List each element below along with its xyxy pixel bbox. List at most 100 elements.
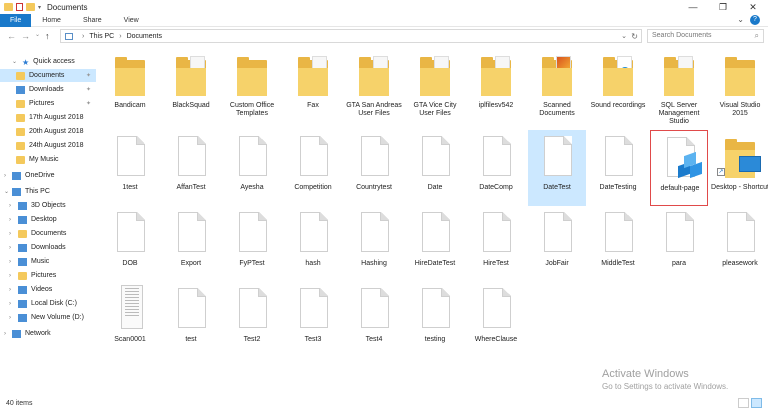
file-item[interactable]: BlackSquad <box>162 48 220 124</box>
forward-arrow-icon[interactable]: → <box>21 31 30 41</box>
back-arrow-icon[interactable]: ← <box>7 31 16 41</box>
file-item[interactable]: Scanned Documents <box>528 48 586 124</box>
pin-icon[interactable]: ✦ <box>86 72 91 79</box>
expand-arrow-icon[interactable]: › <box>9 245 11 251</box>
sidebar-item[interactable]: Downloads ✦ <box>0 83 96 96</box>
file-item[interactable]: DateComp <box>467 130 525 206</box>
file-item[interactable]: Sound recordings <box>589 48 647 124</box>
file-item[interactable]: Test3 <box>284 282 342 358</box>
details-view-button[interactable] <box>738 398 749 408</box>
close-button[interactable]: ✕ <box>738 0 768 14</box>
sidebar-item[interactable]: 17th August 2018 <box>0 111 96 124</box>
expand-arrow-icon[interactable]: › <box>4 173 6 179</box>
file-item[interactable]: Visual Studio 2015 <box>711 48 768 124</box>
properties-icon[interactable] <box>16 3 23 11</box>
sidebar-item[interactable]: › Network <box>0 327 96 340</box>
file-item[interactable]: testing <box>406 282 464 358</box>
file-item[interactable]: Custom Office Templates <box>223 48 281 124</box>
tab-file[interactable]: File <box>0 13 32 27</box>
pin-icon[interactable]: ✦ <box>86 100 91 107</box>
expand-arrow-icon[interactable]: › <box>9 287 11 293</box>
file-item[interactable]: Date <box>406 130 464 206</box>
sidebar-item[interactable]: Pictures ✦ <box>0 97 96 110</box>
file-item[interactable]: DateTesting <box>589 130 647 206</box>
sidebar-item[interactable]: › Pictures <box>0 269 96 282</box>
file-item[interactable]: iplfilesv542 <box>467 48 525 124</box>
file-item[interactable]: DateTest <box>528 130 586 206</box>
breadcrumb-documents[interactable]: Documents <box>127 33 162 40</box>
file-item[interactable]: Scan0001 <box>101 282 159 358</box>
address-dropdown-icon[interactable]: ⌄ <box>621 32 627 40</box>
expand-arrow-icon[interactable]: › <box>4 331 6 337</box>
file-item[interactable]: Test4 <box>345 282 403 358</box>
file-item[interactable]: DOB <box>101 206 159 282</box>
breadcrumb-this-pc[interactable]: This PC <box>89 33 114 40</box>
expand-arrow-icon[interactable]: › <box>9 273 11 279</box>
expand-arrow-icon[interactable]: ⌄ <box>4 188 9 195</box>
file-item[interactable]: AffanTest <box>162 130 220 206</box>
sidebar-item[interactable]: › Music <box>0 255 96 268</box>
navigation-pane[interactable]: ⌄ ★ Quick access Documents ✦ Downloads ✦ Pictur… <box>0 50 96 395</box>
up-arrow-icon[interactable]: ↑ <box>45 31 50 41</box>
tab-share[interactable]: Share <box>72 14 113 27</box>
sidebar-item[interactable]: My Music <box>0 153 96 166</box>
recent-locations-icon[interactable]: ⌄ <box>35 31 40 41</box>
file-item[interactable]: WhereClause <box>467 282 525 358</box>
maximize-button[interactable]: ❐ <box>708 0 738 14</box>
file-item[interactable]: GTA San Andreas User Files <box>345 48 403 124</box>
file-item[interactable]: GTA Vice City User Files <box>406 48 464 124</box>
expand-arrow-icon[interactable]: › <box>9 259 11 265</box>
file-item[interactable]: FyPTest <box>223 206 281 282</box>
file-item[interactable]: JobFair <box>528 206 586 282</box>
new-folder-icon[interactable] <box>26 3 35 11</box>
sidebar-item[interactable]: ⌄ This PC <box>0 185 96 198</box>
sidebar-item[interactable]: › Downloads <box>0 241 96 254</box>
minimize-button[interactable]: — <box>678 0 708 14</box>
sidebar-item[interactable]: 20th August 2018 <box>0 125 96 138</box>
expand-arrow-icon[interactable]: ⌄ <box>12 58 17 65</box>
file-item[interactable]: Competition <box>284 130 342 206</box>
file-item[interactable]: hash <box>284 206 342 282</box>
file-item[interactable]: test <box>162 282 220 358</box>
breadcrumb-separator-icon[interactable]: › <box>82 33 84 40</box>
sidebar-item[interactable]: Documents ✦ <box>0 69 96 82</box>
pin-icon[interactable]: ✦ <box>86 86 91 93</box>
sidebar-item[interactable]: 24th August 2018 <box>0 139 96 152</box>
sidebar-item[interactable]: › Local Disk (C:) <box>0 297 96 310</box>
expand-arrow-icon[interactable]: › <box>9 301 11 307</box>
file-item[interactable]: default-page <box>650 130 708 206</box>
file-item[interactable]: Hashing <box>345 206 403 282</box>
file-item[interactable]: Bandicam <box>101 48 159 124</box>
sidebar-item[interactable]: › Documents <box>0 227 96 240</box>
sidebar-item[interactable]: ⌄ ★ Quick access <box>0 55 96 68</box>
file-item[interactable]: ↗ Desktop - Shortcut <box>711 130 768 206</box>
expand-ribbon-icon[interactable]: ⌄ <box>737 15 744 24</box>
sidebar-item[interactable]: › OneDrive <box>0 169 96 182</box>
file-item[interactable]: 1test <box>101 130 159 206</box>
sidebar-item[interactable]: › New Volume (D:) <box>0 311 96 324</box>
customize-qat-icon[interactable]: ▾ <box>38 4 41 11</box>
breadcrumb-separator-icon[interactable]: › <box>119 33 121 40</box>
expand-arrow-icon[interactable]: › <box>9 315 11 321</box>
expand-arrow-icon[interactable]: › <box>9 231 11 237</box>
file-item[interactable]: para <box>650 206 708 282</box>
file-item[interactable]: Export <box>162 206 220 282</box>
tab-view[interactable]: View <box>113 14 150 27</box>
file-item[interactable]: Test2 <box>223 282 281 358</box>
file-item[interactable]: Countrytest <box>345 130 403 206</box>
file-item[interactable]: HireTest <box>467 206 525 282</box>
file-item[interactable]: Fax <box>284 48 342 124</box>
expand-arrow-icon[interactable]: › <box>9 217 11 223</box>
refresh-icon[interactable]: ↻ <box>631 32 638 41</box>
sidebar-item[interactable]: › 3D Objects <box>0 199 96 212</box>
file-item[interactable]: SQL Server Management Studio <box>650 48 708 125</box>
search-input[interactable]: Search Documents ⌕ <box>647 29 764 43</box>
large-icons-view-button[interactable] <box>751 398 762 408</box>
help-button[interactable]: ? <box>750 15 760 25</box>
address-bar[interactable]: › This PC › Documents ⌄ ↻ <box>60 29 642 43</box>
sidebar-item[interactable]: › Desktop <box>0 213 96 226</box>
file-item[interactable]: pleasework <box>711 206 768 282</box>
file-item[interactable]: Ayesha <box>223 130 281 206</box>
expand-arrow-icon[interactable]: › <box>9 203 11 209</box>
sidebar-item[interactable]: › Videos <box>0 283 96 296</box>
